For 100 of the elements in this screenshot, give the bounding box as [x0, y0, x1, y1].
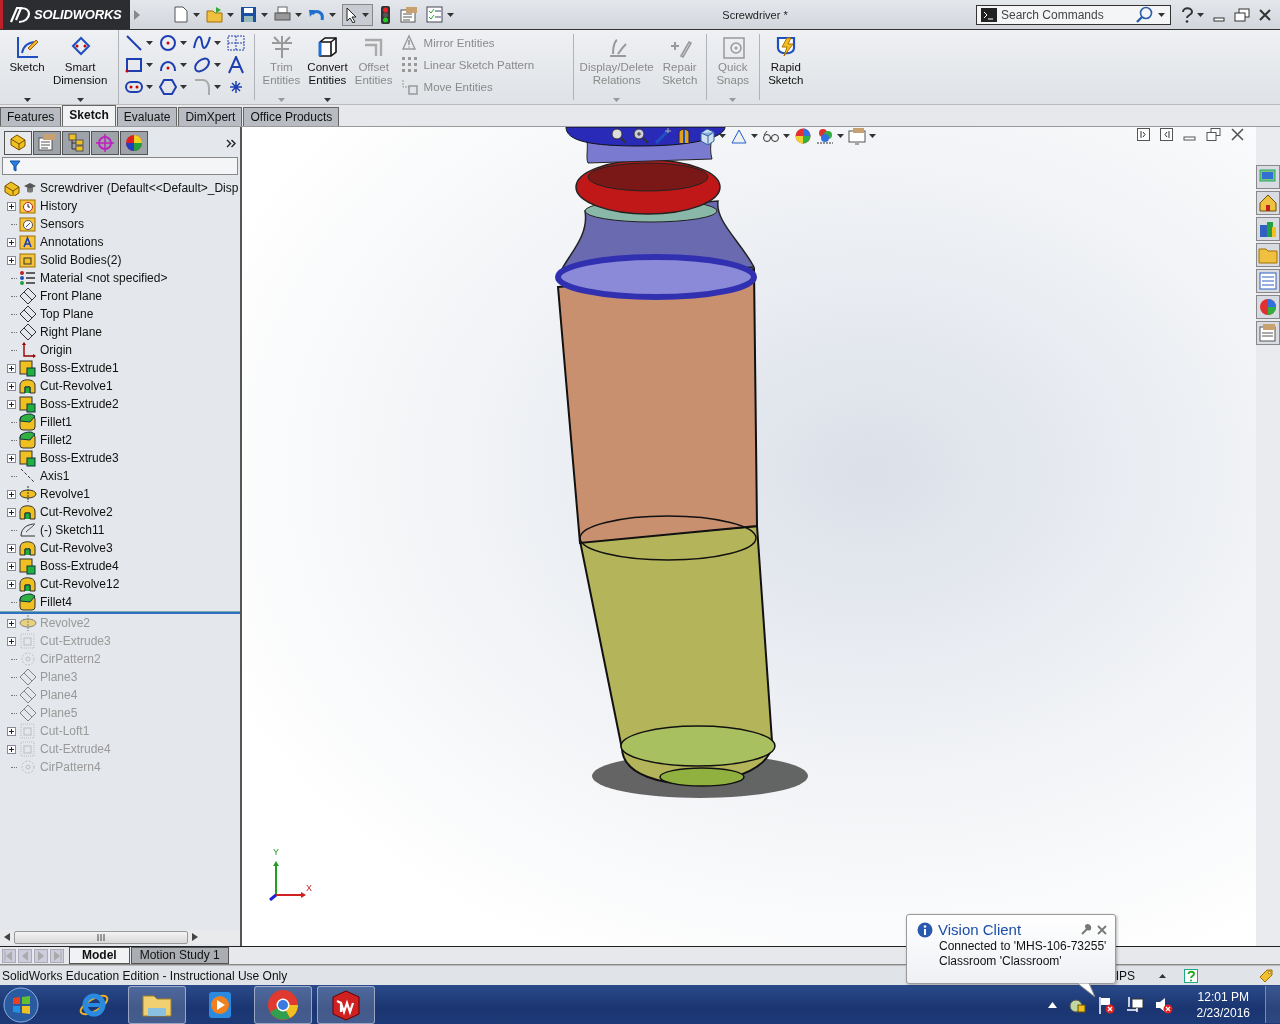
- expand-plus-icon[interactable]: [6, 543, 16, 553]
- expand-plus-icon[interactable]: [6, 201, 16, 211]
- save-icon[interactable]: [240, 6, 257, 23]
- flag-error-icon[interactable]: [1096, 995, 1115, 1014]
- caret-icon[interactable]: [180, 85, 188, 89]
- caret-icon[interactable]: [447, 12, 454, 17]
- tree-item[interactable]: Origin: [40, 343, 72, 357]
- close-icon[interactable]: [1231, 128, 1244, 141]
- expand-plus-icon[interactable]: [6, 744, 16, 754]
- tree-item[interactable]: Cut-Revolve12: [40, 577, 120, 591]
- caret-icon[interactable]: [214, 41, 222, 45]
- task-pane-tab[interactable]: [1256, 269, 1280, 293]
- tree-item[interactable]: History: [40, 199, 78, 213]
- panel-tab[interactable]: [91, 131, 119, 155]
- caret-icon[interactable]: [329, 12, 336, 17]
- tree-item[interactable]: Revolve1: [40, 487, 91, 501]
- command-tab[interactable]: Evaluate: [116, 107, 178, 126]
- taskbar-button[interactable]: [317, 985, 375, 1024]
- caret-icon[interactable]: [869, 134, 876, 138]
- search-field[interactable]: Search Commands: [976, 4, 1171, 25]
- slot-icon[interactable]: [125, 78, 144, 96]
- task-pane-tab[interactable]: [1256, 165, 1280, 189]
- expand-arrow-icon[interactable]: [134, 9, 140, 20]
- expand-plus-icon[interactable]: [6, 453, 16, 463]
- caret-icon[interactable]: [295, 12, 302, 17]
- task-pane-tab[interactable]: [1256, 321, 1280, 345]
- tree-item[interactable]: Cut-Revolve1: [40, 379, 113, 393]
- tag-icon[interactable]: [1258, 967, 1274, 984]
- expand-plus-icon[interactable]: [6, 255, 16, 265]
- tree-item[interactable]: (-) Sketch11: [40, 523, 105, 537]
- expand-plus-icon[interactable]: [6, 237, 16, 247]
- command-button[interactable]: Sketch: [4, 30, 50, 104]
- restore-icon[interactable]: [1234, 7, 1250, 22]
- tree-item[interactable]: Right Plane: [40, 325, 103, 339]
- expand-plus-icon[interactable]: [6, 363, 16, 373]
- command-button[interactable]: Convert Entities: [304, 30, 351, 104]
- taskbar-button[interactable]: [128, 985, 186, 1024]
- tree-item[interactable]: Axis1: [40, 469, 70, 483]
- caret-icon[interactable]: [227, 12, 234, 17]
- caret-icon[interactable]: [146, 41, 154, 45]
- tree-item[interactable]: Boss-Extrude4: [40, 559, 119, 573]
- expand-plus-icon[interactable]: [6, 579, 16, 589]
- caret-icon[interactable]: [146, 85, 154, 89]
- caret-icon[interactable]: [837, 134, 844, 138]
- task-pane-tab[interactable]: [1256, 191, 1280, 215]
- units-label[interactable]: IPS: [1115, 968, 1135, 983]
- panel-tab[interactable]: [62, 131, 90, 155]
- wand-icon[interactable]: [654, 127, 672, 145]
- tile-left-icon[interactable]: [1137, 128, 1150, 141]
- panel-tab[interactable]: [33, 131, 61, 155]
- expand-plus-icon[interactable]: [6, 561, 16, 571]
- clock[interactable]: 12:01 PM 2/23/2016: [1196, 988, 1250, 1021]
- start-button-icon[interactable]: [2, 985, 40, 1024]
- expand-plus-icon[interactable]: [6, 618, 16, 628]
- taskbar-button[interactable]: [254, 985, 312, 1024]
- tree-item[interactable]: Fillet1: [40, 415, 72, 429]
- document-tab[interactable]: Motion Study 1: [130, 947, 229, 964]
- caret-up-icon[interactable]: [1159, 973, 1166, 978]
- ellipse-icon[interactable]: [193, 56, 212, 74]
- tile-right-icon[interactable]: [1160, 128, 1173, 141]
- text-icon[interactable]: [227, 56, 246, 74]
- caret-icon[interactable]: [719, 134, 726, 138]
- wrench-icon[interactable]: [1080, 923, 1092, 936]
- expand-plus-icon[interactable]: [6, 381, 16, 391]
- zoom-fit-icon[interactable]: [610, 127, 628, 145]
- tree-item[interactable]: Sensors: [40, 217, 85, 231]
- double-chevron-icon[interactable]: [226, 138, 236, 148]
- tree-item[interactable]: Boss-Extrude3: [40, 451, 119, 465]
- dashed-grid-icon[interactable]: [227, 34, 246, 52]
- filter-field[interactable]: [2, 157, 238, 175]
- tree-item[interactable]: Screwdriver (Default<<Default>_Disp: [40, 181, 239, 195]
- file-properties-icon[interactable]: [400, 6, 418, 23]
- document-tab[interactable]: Model: [69, 947, 130, 964]
- command-tab[interactable]: DimXpert: [178, 107, 243, 126]
- rectangle-icon[interactable]: [125, 56, 144, 74]
- caret-icon[interactable]: [193, 12, 200, 17]
- color-ball-icon[interactable]: [794, 127, 812, 145]
- expand-plus-icon[interactable]: [6, 399, 16, 409]
- scrollbar-thumb[interactable]: [14, 930, 188, 944]
- caret-icon[interactable]: [214, 85, 222, 89]
- caret-icon[interactable]: [261, 12, 268, 17]
- panel-tab[interactable]: [120, 131, 148, 155]
- close-icon[interactable]: [1258, 7, 1272, 22]
- tree-item[interactable]: Fillet4: [40, 595, 72, 609]
- scroll-right-icon[interactable]: [192, 933, 198, 941]
- command-button[interactable]: Smart Dimension: [50, 30, 111, 104]
- caret-icon[interactable]: [1197, 12, 1204, 17]
- caret-icon[interactable]: [751, 134, 758, 138]
- caret-icon[interactable]: [180, 63, 188, 67]
- tree-item[interactable]: Boss-Extrude1: [40, 361, 119, 375]
- tree-item[interactable]: Front Plane: [40, 289, 103, 303]
- spline-icon[interactable]: [193, 34, 212, 52]
- circle-icon[interactable]: [159, 34, 178, 52]
- caret-icon[interactable]: [146, 63, 154, 67]
- command-tab[interactable]: Features: [0, 107, 62, 126]
- tree-item[interactable]: Fillet2: [40, 433, 72, 447]
- select-button[interactable]: [342, 3, 373, 26]
- caret-icon[interactable]: [180, 41, 188, 45]
- command-button[interactable]: Rapid Sketch: [762, 30, 809, 104]
- task-pane-tab[interactable]: [1256, 243, 1280, 267]
